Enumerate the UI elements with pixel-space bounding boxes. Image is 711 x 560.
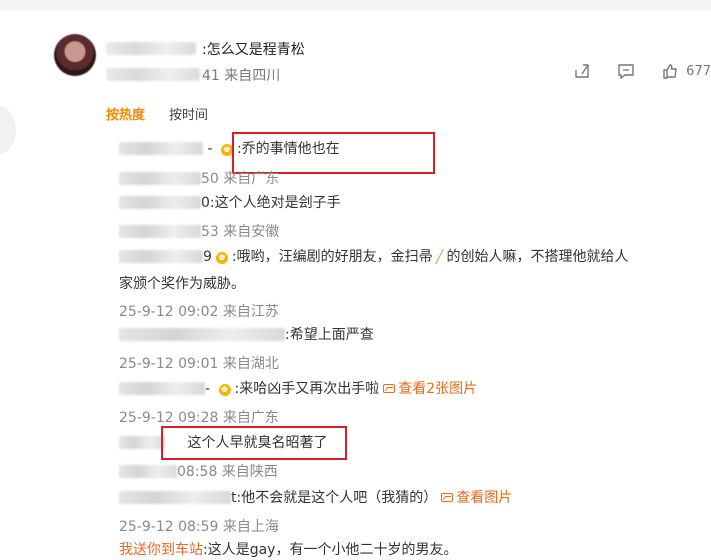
sort-tabs: 按热度 按时间: [106, 104, 208, 123]
reply-text: :来哈凶手又再次出手啦: [234, 381, 380, 397]
image-icon: [441, 493, 454, 502]
view-images-label: 查看2张图片: [398, 381, 478, 397]
username-fragment: -: [205, 381, 215, 397]
reply-text: :这人是gay，有一个小他二十岁的男友。: [203, 542, 458, 558]
meta-text: 08:58 来自陕西: [177, 464, 278, 480]
blurred-timestamp: [119, 465, 177, 478]
comment-actions: 677: [572, 61, 711, 81]
blurred-username[interactable]: [119, 250, 203, 263]
highlight-box-2: [161, 426, 347, 460]
reply-meta-7: 25-9-12 08:59 来自上海: [119, 519, 279, 535]
blurred-username[interactable]: [119, 196, 201, 209]
reply-7: t:他不会就是这个人吧（我猜的） 查看图片: [119, 488, 512, 508]
username-link[interactable]: 我送你到车站: [119, 542, 203, 558]
image-icon: [383, 384, 396, 393]
reply-prefix: 9: [203, 249, 212, 265]
main-comment-text: :怎么又是程青松: [202, 42, 305, 58]
view-images-link[interactable]: 查看2张图片: [379, 381, 477, 397]
blurred-username[interactable]: [106, 42, 196, 55]
reply-text-continued: 的创始人嘛，不搭理他就给人: [446, 249, 629, 265]
view-images-link[interactable]: 查看图片: [437, 490, 512, 506]
reply-meta-5: 25-9-12 09:28 来自广东: [119, 410, 279, 426]
reply-3-line-2: 家颁个奖作为威胁。: [119, 276, 245, 292]
top-bar: [0, 0, 711, 10]
blurred-username[interactable]: [119, 382, 205, 395]
share-icon[interactable]: [572, 61, 592, 81]
blurred-username[interactable]: [119, 142, 203, 155]
username-fragment: -: [207, 141, 217, 157]
vip-badge-icon: ♚: [218, 384, 231, 396]
side-scroll-handle[interactable]: [0, 106, 16, 154]
blurred-timestamp: [119, 172, 201, 185]
blurred-timestamp: [119, 225, 201, 238]
vip-badge-icon: ♚: [215, 252, 228, 264]
reply-2: 0:这个人绝对是刽子手: [119, 193, 341, 213]
reply-text: :哦哟，汪编剧的好朋友，金扫帚: [231, 249, 433, 265]
blurred-username[interactable]: [119, 436, 165, 449]
reply-5: - ♚:来哈凶手又再次出手啦 查看2张图片: [119, 379, 477, 399]
meta-text: 50 来自广东: [201, 171, 280, 187]
reply-meta-2: 53 来自安徽: [119, 221, 279, 241]
broom-emoji-icon: ╱: [435, 250, 444, 265]
reply-text: :希望上面严查: [285, 327, 374, 343]
main-comment-meta: 41 来自四川: [202, 68, 281, 84]
reply-text: 0:这个人绝对是刽子手: [201, 195, 341, 211]
comment-icon[interactable]: [616, 61, 636, 81]
reply-4: :希望上面严查: [119, 325, 374, 345]
avatar[interactable]: [54, 34, 96, 76]
tab-hot[interactable]: 按热度: [106, 104, 145, 123]
blurred-timestamp: [106, 68, 200, 81]
view-images-label: 查看图片: [456, 490, 513, 506]
blurred-username[interactable]: [119, 491, 231, 504]
like-count: 677: [686, 63, 711, 79]
reply-meta-1: 50 来自广东: [119, 168, 279, 188]
reply-3: 9 ♚:哦哟，汪编剧的好朋友，金扫帚 ╱ 的创始人嘛，不搭理他就给人: [119, 247, 699, 268]
reply-text: t:他不会就是这个人吧（我猜的）: [231, 490, 438, 506]
reply-meta-3: 25-9-12 09:02 来自江苏: [119, 304, 279, 320]
thumbs-up-icon: [660, 61, 680, 81]
meta-text: 53 来自安徽: [201, 224, 280, 240]
reply-8: 我送你到车站:这人是gay，有一个小他二十岁的男友。: [119, 540, 457, 560]
tab-time[interactable]: 按时间: [169, 104, 208, 123]
reply-meta-6: 08:58 来自陕西: [119, 461, 278, 481]
reply-meta-4: 25-9-12 09:01 来自湖北: [119, 356, 279, 372]
like-button[interactable]: 677: [660, 61, 711, 81]
blurred-username[interactable]: [119, 328, 285, 341]
